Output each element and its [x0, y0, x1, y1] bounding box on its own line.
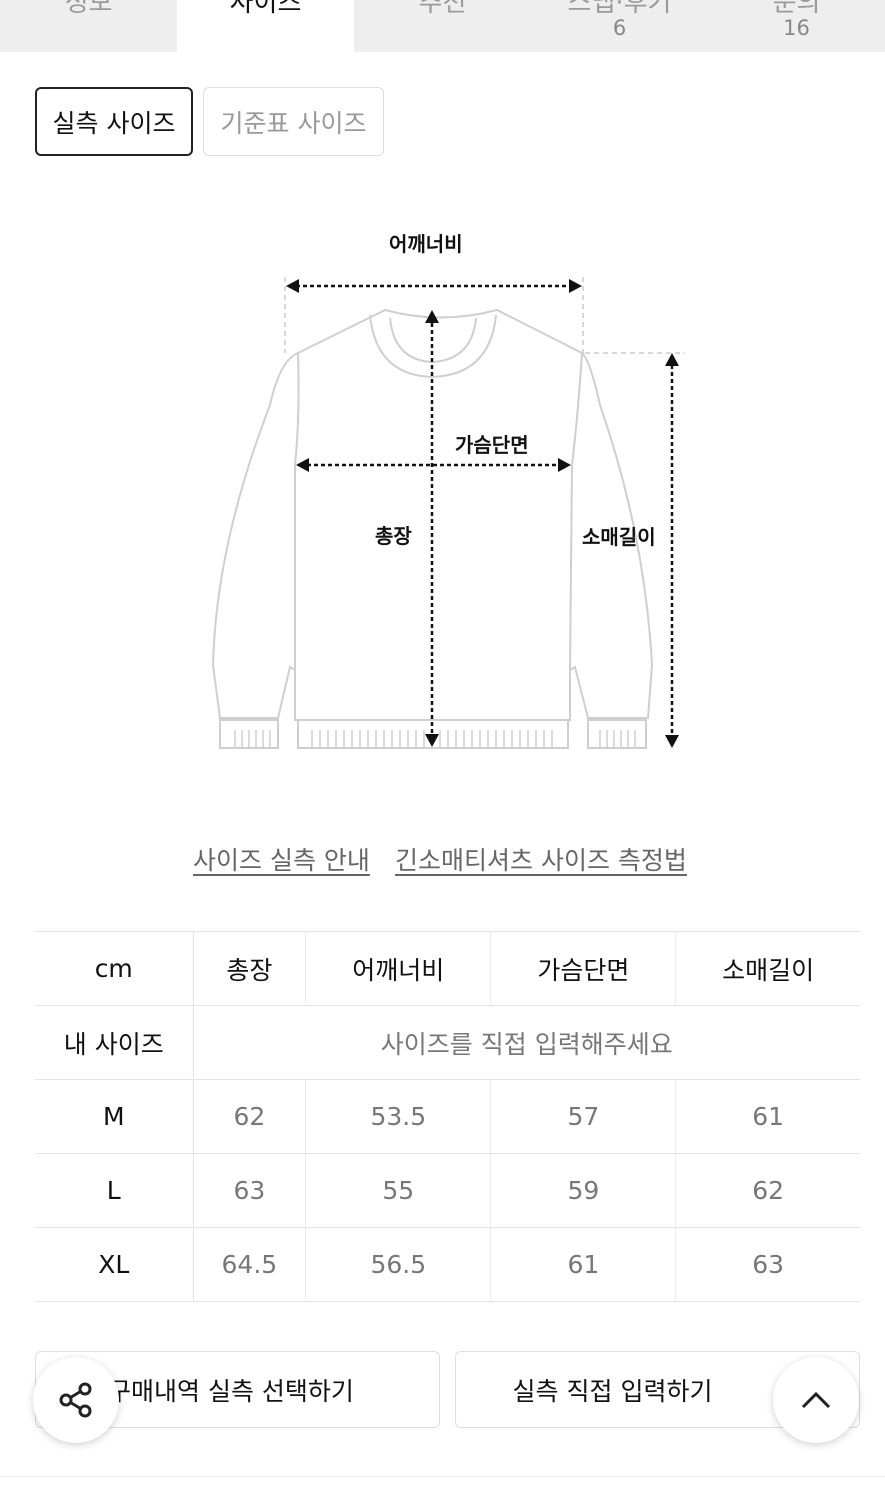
actual-size-button[interactable]: 실측 사이즈 — [35, 87, 193, 156]
scroll-to-top-button[interactable] — [773, 1357, 859, 1443]
column-header: 가슴단면 — [490, 931, 676, 1006]
tab-reviews[interactable]: 스냅·후기 6 — [531, 0, 708, 52]
table-cell: 61 — [675, 1079, 860, 1154]
chevron-up-icon — [801, 1391, 831, 1409]
table-cell: 55 — [305, 1153, 491, 1228]
tab-label: 사이즈 — [229, 0, 302, 18]
tab-recommend[interactable]: 추천 — [354, 0, 531, 52]
my-size-label: 내 사이즈 — [35, 1005, 194, 1080]
standard-size-button[interactable]: 기준표 사이즈 — [203, 87, 384, 156]
button-label: 구매내역 실측 선택하기 — [108, 1376, 354, 1406]
table-row: XL 64.5 56.5 61 63 — [35, 1227, 860, 1302]
share-icon — [59, 1382, 92, 1418]
share-button[interactable] — [33, 1357, 119, 1443]
tab-info[interactable]: 정보 — [0, 0, 177, 52]
column-header: cm — [35, 931, 194, 1006]
table-header-row: cm 총장 어깨너비 가슴단면 소매길이 — [35, 931, 860, 1006]
tab-inquiry[interactable]: 문의 16 — [708, 0, 885, 52]
table-row: L 63 55 59 62 — [35, 1153, 860, 1228]
table-cell: 53.5 — [305, 1079, 491, 1154]
table-cell: 62 — [675, 1153, 860, 1228]
table-cell: 61 — [490, 1227, 676, 1302]
table-row: M 62 53.5 57 61 — [35, 1079, 860, 1154]
my-size-input[interactable]: 사이즈를 직접 입력해주세요 — [193, 1005, 860, 1080]
table-cell: 57 — [490, 1079, 676, 1154]
table-cell: 62 — [193, 1079, 306, 1154]
column-header: 어깨너비 — [305, 931, 491, 1006]
bottom-divider — [0, 1476, 885, 1477]
size-label: XL — [35, 1227, 194, 1302]
size-label: M — [35, 1079, 194, 1154]
tab-label: 정보 — [64, 0, 113, 18]
sweatshirt-size-diagram — [211, 277, 685, 749]
shoulder-width-label: 어깨너비 — [389, 232, 463, 256]
arrow-heads — [286, 279, 679, 748]
column-header: 소매길이 — [675, 931, 860, 1006]
tab-label: 추천 — [418, 0, 467, 18]
tab-bar: 정보 사이즈 추천 스냅·후기 6 문의 16 — [0, 0, 885, 52]
tab-count: 6 — [612, 16, 627, 40]
button-label: 실측 직접 입력하기 — [512, 1376, 713, 1406]
chest-width-label: 가슴단면 — [455, 433, 529, 457]
table-cell: 59 — [490, 1153, 676, 1228]
size-table: cm 총장 어깨너비 가슴단면 소매길이 내 사이즈 사이즈를 직접 입력해주세… — [35, 931, 860, 1302]
sleeve-length-label: 소매길이 — [582, 525, 656, 549]
table-cell: 64.5 — [193, 1227, 306, 1302]
tab-size[interactable]: 사이즈 — [177, 0, 354, 52]
table-cell: 63 — [675, 1227, 860, 1302]
tab-count: 16 — [783, 16, 810, 40]
size-guide-link[interactable]: 사이즈 실측 안내 — [193, 841, 370, 877]
table-cell: 56.5 — [305, 1227, 491, 1302]
size-label: L — [35, 1153, 194, 1228]
measurement-method-link[interactable]: 긴소매티셔츠 사이즈 측정법 — [395, 841, 687, 877]
total-length-label: 총장 — [375, 524, 412, 548]
guide-lines — [284, 277, 685, 354]
my-size-row: 내 사이즈 사이즈를 직접 입력해주세요 — [35, 1005, 860, 1080]
column-header: 총장 — [192, 931, 306, 1006]
table-cell: 63 — [193, 1153, 306, 1228]
